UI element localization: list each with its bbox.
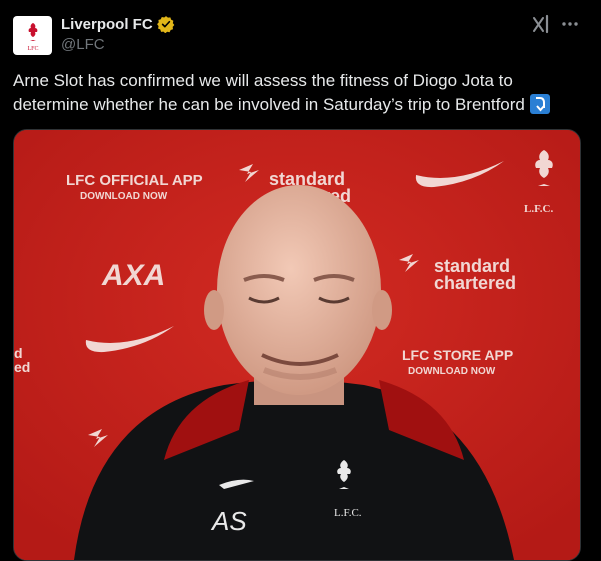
grok-icon[interactable]: [530, 13, 552, 35]
avatar-logo-text: LFC: [27, 46, 38, 52]
more-icon[interactable]: [561, 15, 579, 33]
lfc-crest-logo: LFC: [27, 22, 38, 52]
backdrop-app-sub: DOWNLOAD NOW: [80, 191, 168, 202]
backdrop-app-text: LFC OFFICIAL APP: [66, 172, 203, 189]
backdrop-edge-text-2: ed: [14, 359, 30, 375]
handle[interactable]: @LFC: [61, 36, 105, 53]
shirt-crest-text: L.F.C.: [334, 507, 362, 519]
verified-badge-icon: [156, 16, 174, 33]
right-arrow-curving-down-emoji: [529, 94, 550, 114]
press-conference-image: LFC OFFICIAL APP DOWNLOAD NOW standard c…: [14, 130, 580, 560]
shirt-initials: AS: [210, 506, 247, 536]
backdrop-sponsor-4: chartered: [434, 273, 516, 293]
backdrop-store-text: LFC STORE APP: [402, 347, 513, 363]
avatar[interactable]: LFC: [13, 16, 52, 55]
tweet-card[interactable]: LFC Liverpool FC @LFC Arne Slot has conf…: [0, 0, 601, 561]
tweet-text-content: Arne Slot has confirmed we will assess t…: [13, 71, 525, 114]
tweet-text: Arne Slot has confirmed we will assess t…: [13, 69, 588, 117]
tweet-media-video[interactable]: LFC OFFICIAL APP DOWNLOAD NOW standard c…: [13, 129, 581, 561]
backdrop-store-sub: DOWNLOAD NOW: [408, 366, 496, 377]
backdrop-axa: AXA: [101, 259, 165, 292]
backdrop-crest-text: L.F.C.: [524, 203, 553, 215]
name-row: Liverpool FC: [61, 15, 175, 33]
display-name[interactable]: Liverpool FC: [61, 16, 153, 33]
